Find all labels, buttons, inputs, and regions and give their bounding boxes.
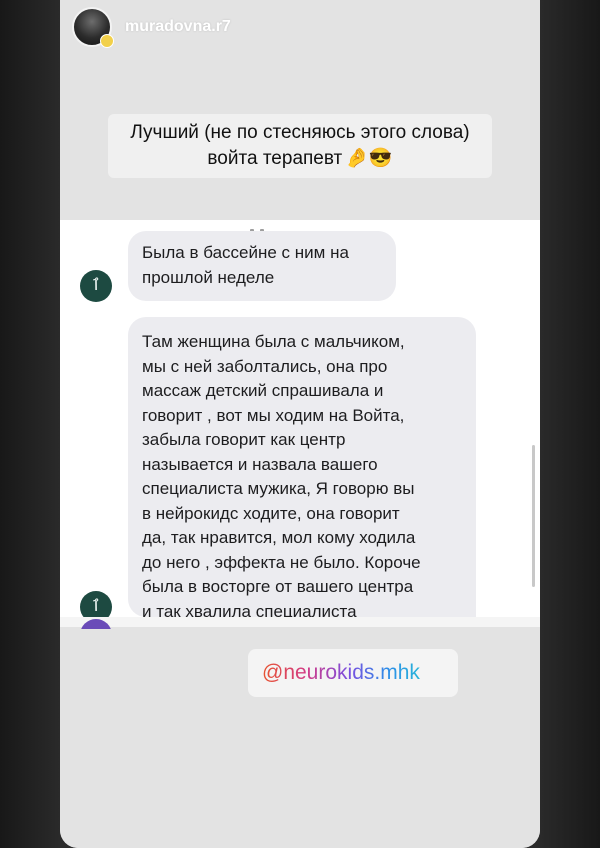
caption-line-2: войта терапевт 🤌😎 xyxy=(108,146,492,172)
caption-line-2-text: войта терапевт xyxy=(207,148,343,169)
message-line: массаж детский спрашивала и xyxy=(142,381,384,400)
message-line: до него , эффекта не было. Короче xyxy=(142,552,421,572)
sender-avatar-icon: ٱ xyxy=(80,270,112,302)
avatar-badge-icon xyxy=(100,34,114,48)
caption-emoji: 🤌😎 xyxy=(345,148,393,169)
chat-scrollbar[interactable] xyxy=(532,445,535,587)
message-line: в нейрокидс ходите, она говорит xyxy=(142,503,400,523)
chat-cutoff-strip xyxy=(60,617,540,627)
message-line: Была в бассейне с ним на xyxy=(142,243,349,262)
message-line: говорит , вот мы ходим на Войта, xyxy=(142,405,405,425)
message-line: забыла говорит как центр xyxy=(142,430,346,449)
story-username[interactable]: muradovna.r7 xyxy=(125,18,231,36)
message-bubble: Была в бассейне с ним на прошлой неделе xyxy=(128,231,396,301)
message-line: да, так нравится, мол кому ходила xyxy=(142,528,416,547)
story-frame: muradovna.r7 Лучший (не по стесняюсь это… xyxy=(60,0,540,848)
sender-avatar-glyph: ٱ xyxy=(91,277,101,294)
mention-sticker[interactable]: @neurokids.mhk xyxy=(248,649,458,697)
message-line: Там женщина была с мальчиком, xyxy=(142,332,405,351)
chat-screenshot: Была в бассейне с ним на прошлой неделе … xyxy=(60,220,540,625)
peek-avatar-icon xyxy=(80,619,112,629)
message-line: специалиста мужика, Я говорю вы xyxy=(142,479,415,498)
message-bubble: Там женщина была с мальчиком, мы с ней з… xyxy=(128,317,476,621)
message-line: прошлой неделе xyxy=(142,267,275,287)
message-line: мы с ней заболтались, она про xyxy=(142,356,388,376)
story-header: muradovna.r7 xyxy=(60,0,540,60)
message-line: называется и назвала вашего xyxy=(142,454,378,474)
caption-line-1: Лучший (не по стесняюсь этого слова) xyxy=(130,122,470,143)
mention-text[interactable]: @neurokids.mhk xyxy=(262,661,420,684)
typing-dots-icon xyxy=(250,220,280,233)
story-caption: Лучший (не по стесняюсь этого слова) вой… xyxy=(108,114,492,178)
sender-avatar-glyph: ٱ xyxy=(91,598,101,615)
message-line: была в восторге от вашего центра xyxy=(142,577,414,596)
